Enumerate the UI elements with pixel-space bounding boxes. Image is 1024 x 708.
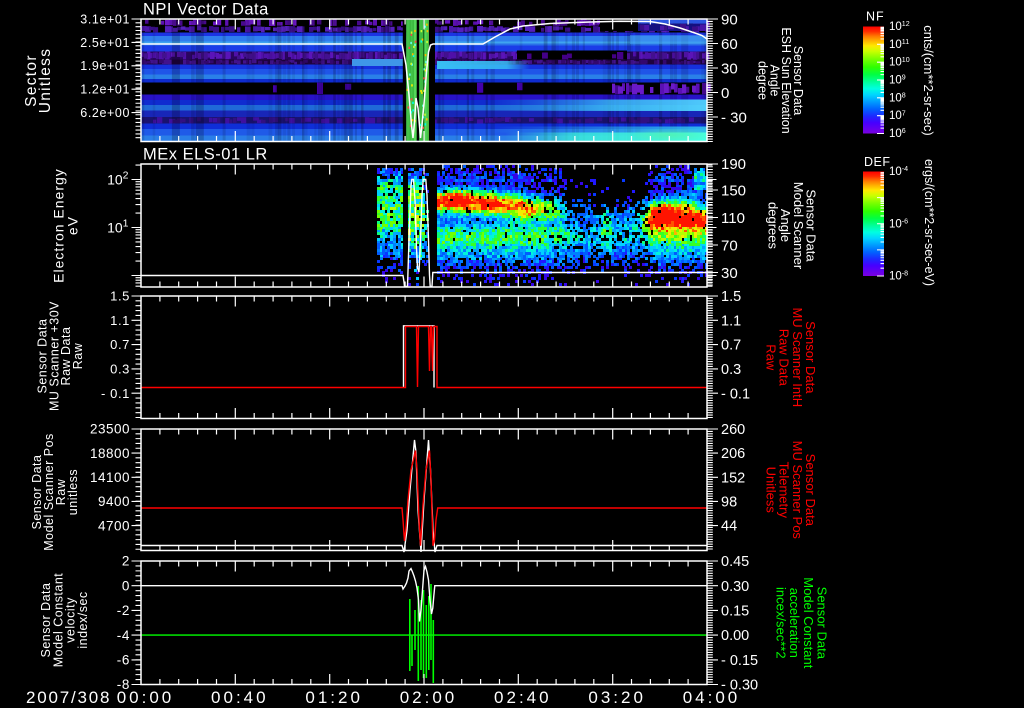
svg-text:1.5: 1.5 [721,289,741,305]
svg-text:-2: -2 [117,603,130,618]
svg-text:cnts/(cm**2-sr-sec): cnts/(cm**2-sr-sec) [921,25,936,136]
svg-text:-6: -6 [117,653,130,668]
svg-text:14100: 14100 [90,470,130,485]
svg-text:30: 30 [721,265,738,282]
svg-text:NF: NF [866,10,885,24]
svg-text:4700: 4700 [98,518,130,533]
svg-text:0.00: 0.00 [721,628,749,644]
svg-text:2007/308: 2007/308 [26,688,111,707]
svg-text:- 0.1: - 0.1 [721,386,750,402]
svg-text:152: 152 [721,470,745,486]
svg-text:2.5e+01: 2.5e+01 [80,36,130,50]
svg-text:18800: 18800 [90,446,130,461]
svg-text:2: 2 [122,554,130,569]
svg-text:- 0.15: - 0.15 [721,653,758,669]
svg-text:60: 60 [721,36,738,53]
svg-text:NPI Vector Data: NPI Vector Data [143,1,269,19]
svg-text:1.5: 1.5 [110,289,130,304]
svg-text:index/sec: index/sec [76,591,90,648]
svg-text:1.1: 1.1 [721,313,741,329]
svg-text:01:20: 01:20 [305,688,363,707]
svg-text:unitless: unitless [66,469,80,515]
svg-text:190: 190 [721,156,746,173]
svg-text:incex/sec**2: incex/sec**2 [773,587,788,659]
svg-text:206: 206 [721,446,745,462]
svg-text:MEx ELS-01 LR: MEx ELS-01 LR [143,146,268,164]
svg-text:Raw: Raw [763,344,778,371]
svg-text:- 0.1: - 0.1 [101,386,130,401]
svg-text:-8: -8 [117,677,130,692]
svg-text:02:40: 02:40 [494,688,552,707]
svg-text:150: 150 [721,182,746,199]
svg-text:98: 98 [721,494,737,510]
svg-text:260: 260 [721,422,745,438]
svg-text:0: 0 [721,85,729,102]
svg-text:Unitless: Unitless [763,467,778,514]
svg-text:DEF: DEF [864,155,891,169]
svg-text:1.2e+01: 1.2e+01 [80,83,130,97]
svg-text:0.7: 0.7 [110,337,130,352]
svg-text:0.3: 0.3 [110,361,130,376]
svg-text:30: 30 [721,60,738,77]
svg-text:3.1e+01: 3.1e+01 [80,12,130,26]
svg-text:0.15: 0.15 [721,603,749,619]
svg-text:1.1: 1.1 [110,313,130,328]
svg-text:44: 44 [721,519,737,535]
svg-text:23500: 23500 [90,422,130,437]
svg-text:degree: degree [756,61,770,100]
svg-text:03:20: 03:20 [588,688,646,707]
svg-text:02:00: 02:00 [400,688,458,707]
svg-text:70: 70 [721,237,738,254]
svg-text:0: 0 [122,578,130,593]
svg-text:eV: eV [65,216,81,235]
svg-text:6.2e+00: 6.2e+00 [80,106,130,120]
svg-text:-4: -4 [117,628,130,643]
svg-text:1.9e+01: 1.9e+01 [80,59,130,73]
svg-text:Raw: Raw [71,342,85,369]
svg-text:0.3: 0.3 [721,362,741,378]
svg-text:90: 90 [721,11,738,28]
svg-text:110: 110 [721,210,745,227]
svg-text:Unitless: Unitless [37,48,54,114]
svg-text:0.7: 0.7 [721,338,741,354]
svg-text:- 0.30: - 0.30 [721,678,758,694]
svg-text:9400: 9400 [98,494,130,509]
svg-text:0.30: 0.30 [721,579,749,595]
svg-text:00:40: 00:40 [211,688,269,707]
svg-text:ergs/(cm**2-sr-sec-eV): ergs/(cm**2-sr-sec-eV) [922,159,936,286]
svg-text:degrees: degrees [765,202,780,249]
svg-text:0.45: 0.45 [721,554,749,570]
svg-text:- 30: - 30 [721,109,747,126]
